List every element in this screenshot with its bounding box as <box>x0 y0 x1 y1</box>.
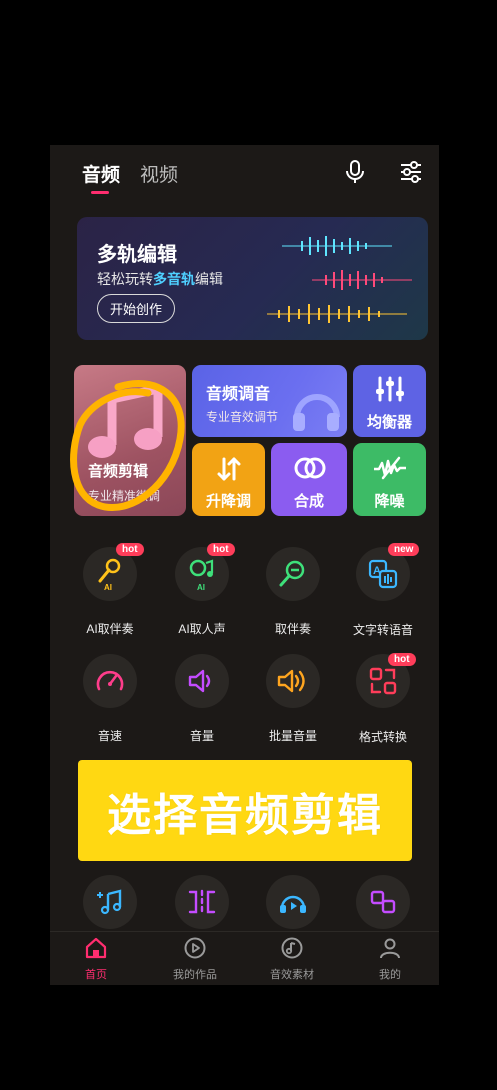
text-to-speech-label: 文字转语音 <box>352 623 413 637</box>
headphones-play-button[interactable] <box>266 875 320 929</box>
ai-vocal-icon: AI <box>189 559 214 591</box>
nav-me[interactable]: 我的 <box>355 936 425 982</box>
split-button[interactable] <box>175 875 229 929</box>
tab-video[interactable]: 视频 <box>140 160 178 187</box>
bottom-nav: 首页 我的作品 音效素材 我的 <box>50 931 439 985</box>
speed-label: 音速 <box>97 729 122 743</box>
convert-loop-button[interactable] <box>356 875 410 929</box>
nav-my-works[interactable]: 我的作品 <box>160 936 230 982</box>
nav-sound-assets[interactable]: 音效素材 <box>257 936 327 982</box>
banner-sub-highlight: 多音轨 <box>153 271 195 287</box>
tab-audio[interactable]: 音频 <box>82 160 121 194</box>
nav-sound-assets-label: 音效素材 <box>270 969 314 981</box>
speed-button[interactable] <box>83 654 137 708</box>
multitrack-banner[interactable]: 多轨编辑 轻松玩转多音轨编辑 开始创作 <box>77 217 428 340</box>
sliders-icon[interactable] <box>398 159 424 185</box>
user-icon <box>380 938 400 959</box>
up-down-arrows-icon <box>217 457 241 481</box>
banner-title: 多轨编辑 <box>97 244 177 266</box>
tab-active-indicator <box>91 191 109 194</box>
batch-volume-button[interactable] <box>266 654 320 708</box>
batch-speaker-icon <box>277 669 305 693</box>
equalizer-icon <box>376 376 404 402</box>
denoise-tile[interactable]: 降噪 <box>353 443 426 516</box>
speaker-icon <box>188 669 211 693</box>
pitch-tile[interactable]: 升降调 <box>192 443 265 516</box>
merge-tile[interactable]: 合成 <box>271 443 347 516</box>
audio-tune-sub: 专业音效调节 <box>206 410 279 424</box>
music-add-button[interactable] <box>83 875 137 929</box>
nav-my-works-label: 我的作品 <box>173 969 217 981</box>
top-tabs: 音频 视频 <box>82 160 178 194</box>
equalizer-tile[interactable]: 均衡器 <box>353 365 426 437</box>
music-disc-icon <box>281 937 303 959</box>
music-note-icon <box>88 385 163 458</box>
nav-home-label: 首页 <box>85 969 107 981</box>
app-screen: 音频 视频 多轨编辑 轻松玩转多音轨编辑 开始创作 音频剪辑 专业精准微调 音频… <box>50 145 439 985</box>
noise-wave-icon <box>374 456 406 480</box>
new-badge: new <box>388 543 420 556</box>
speedometer-icon <box>96 670 124 691</box>
text-to-speech-icon: A <box>368 559 398 589</box>
audio-edit-label: 音频剪辑 <box>88 463 149 480</box>
hot-badge: hot <box>116 543 144 556</box>
tab-audio-label: 音频 <box>82 165 121 186</box>
audio-edit-sub: 专业精准微调 <box>88 489 161 503</box>
svg-text:AI: AI <box>104 583 112 591</box>
convert-loop-icon <box>370 890 396 914</box>
waveform-yellow <box>267 304 407 324</box>
microphone-minus-icon <box>279 560 305 587</box>
play-circle-icon <box>184 937 206 959</box>
equalizer-label: 均衡器 <box>366 414 412 431</box>
banner-sub-prefix: 轻松玩转 <box>97 271 153 287</box>
extract-accompaniment-button[interactable] <box>266 547 320 601</box>
headphones-icon <box>293 394 340 431</box>
waveform-pink <box>312 270 412 290</box>
headphones-play-icon <box>280 895 306 913</box>
hot-badge: hot <box>388 653 416 666</box>
volume-label: 音量 <box>189 729 214 743</box>
select-audio-edit-cta[interactable]: 选择音频剪辑 <box>78 760 412 861</box>
audio-tune-label: 音频调音 <box>206 386 271 403</box>
waveform-cyan <box>282 236 392 256</box>
hot-badge: hot <box>207 543 235 556</box>
extract-accompaniment-label: 取伴奏 <box>274 622 311 636</box>
denoise-label: 降噪 <box>374 493 405 510</box>
merge-label: 合成 <box>293 493 324 510</box>
volume-button[interactable] <box>175 654 229 708</box>
svg-text:AI: AI <box>197 583 205 591</box>
format-convert-label: 格式转换 <box>358 730 407 744</box>
microphone-icon[interactable] <box>342 159 368 185</box>
nav-me-label: 我的 <box>379 969 401 981</box>
audio-edit-tile[interactable]: 音频剪辑 专业精准微调 <box>74 365 186 516</box>
batch-volume-label: 批量音量 <box>268 729 317 743</box>
banner-subtitle: 轻松玩转多音轨编辑 <box>97 269 223 289</box>
tab-video-label: 视频 <box>140 165 179 186</box>
home-icon <box>85 937 107 959</box>
music-add-icon <box>97 889 122 915</box>
format-convert-icon <box>369 667 397 695</box>
ai-vocal-label: AI取人声 <box>178 622 226 636</box>
ai-microphone-icon: AI <box>98 558 121 591</box>
audio-tune-tile[interactable]: 音频调音 专业音效调节 <box>192 365 347 437</box>
split-icon <box>188 889 216 914</box>
nav-home[interactable]: 首页 <box>61 936 131 982</box>
start-create-button[interactable]: 开始创作 <box>97 294 176 323</box>
merge-circles-icon <box>294 457 326 479</box>
banner-sub-suffix: 编辑 <box>195 271 223 287</box>
ai-accompaniment-label: AI取伴奏 <box>86 622 134 636</box>
pitch-label: 升降调 <box>205 493 251 510</box>
